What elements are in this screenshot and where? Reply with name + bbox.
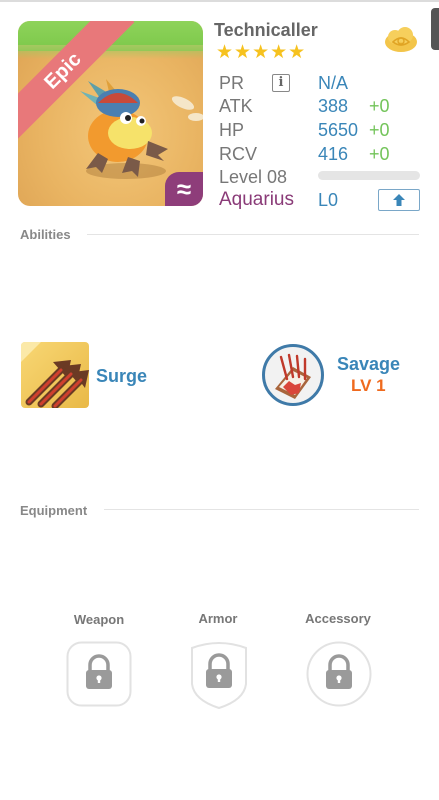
accessory-slot-label: Accessory bbox=[305, 611, 371, 626]
top-divider bbox=[0, 0, 439, 2]
abilities-divider bbox=[87, 234, 419, 235]
surge-ability-name[interactable]: Surge bbox=[96, 366, 147, 387]
l-value: L0 bbox=[318, 190, 339, 210]
savage-claw-icon[interactable] bbox=[262, 344, 324, 406]
armor-slot[interactable] bbox=[186, 640, 252, 710]
zodiac-sign: Aquarius bbox=[219, 189, 294, 210]
pr-info-button[interactable]: i bbox=[272, 74, 290, 92]
level-progress-bar bbox=[318, 171, 420, 180]
equipment-title: Equipment bbox=[20, 503, 88, 518]
water-element-badge: ≈ bbox=[165, 172, 203, 206]
cloud-currency-icon[interactable] bbox=[383, 26, 419, 54]
level-label: Level 08 bbox=[219, 167, 288, 187]
upgrade-button[interactable] bbox=[378, 189, 420, 211]
weapon-slot[interactable] bbox=[66, 641, 132, 707]
scroll-handle[interactable] bbox=[431, 8, 439, 50]
hp-bonus: +0 bbox=[369, 120, 390, 140]
surge-arrows-icon[interactable] bbox=[21, 342, 89, 408]
weapon-slot-label: Weapon bbox=[73, 612, 125, 627]
monster-portrait[interactable]: Epic ≈ bbox=[18, 21, 203, 206]
star-rating: ★★★★★ bbox=[216, 42, 307, 63]
rcv-value: 416 bbox=[318, 144, 349, 164]
armor-slot-label: Armor bbox=[198, 611, 238, 626]
atk-bonus: +0 bbox=[369, 96, 390, 116]
atk-label: ATK bbox=[219, 96, 253, 116]
pr-value: N/A bbox=[318, 73, 349, 93]
pr-label: PR bbox=[219, 73, 245, 93]
equipment-divider bbox=[104, 509, 419, 510]
rcv-label: RCV bbox=[219, 144, 258, 164]
accessory-slot[interactable] bbox=[306, 641, 372, 707]
atk-value: 388 bbox=[318, 96, 349, 116]
savage-ability-level: LV 1 bbox=[351, 376, 386, 395]
abilities-title: Abilities bbox=[20, 227, 71, 242]
savage-ability-name[interactable]: Savage bbox=[337, 354, 400, 375]
hp-value: 5650 bbox=[318, 120, 359, 140]
rcv-bonus: +0 bbox=[369, 144, 390, 164]
monster-name: Technicaller bbox=[214, 20, 318, 40]
up-arrow-icon bbox=[393, 194, 405, 206]
hp-label: HP bbox=[219, 120, 245, 140]
